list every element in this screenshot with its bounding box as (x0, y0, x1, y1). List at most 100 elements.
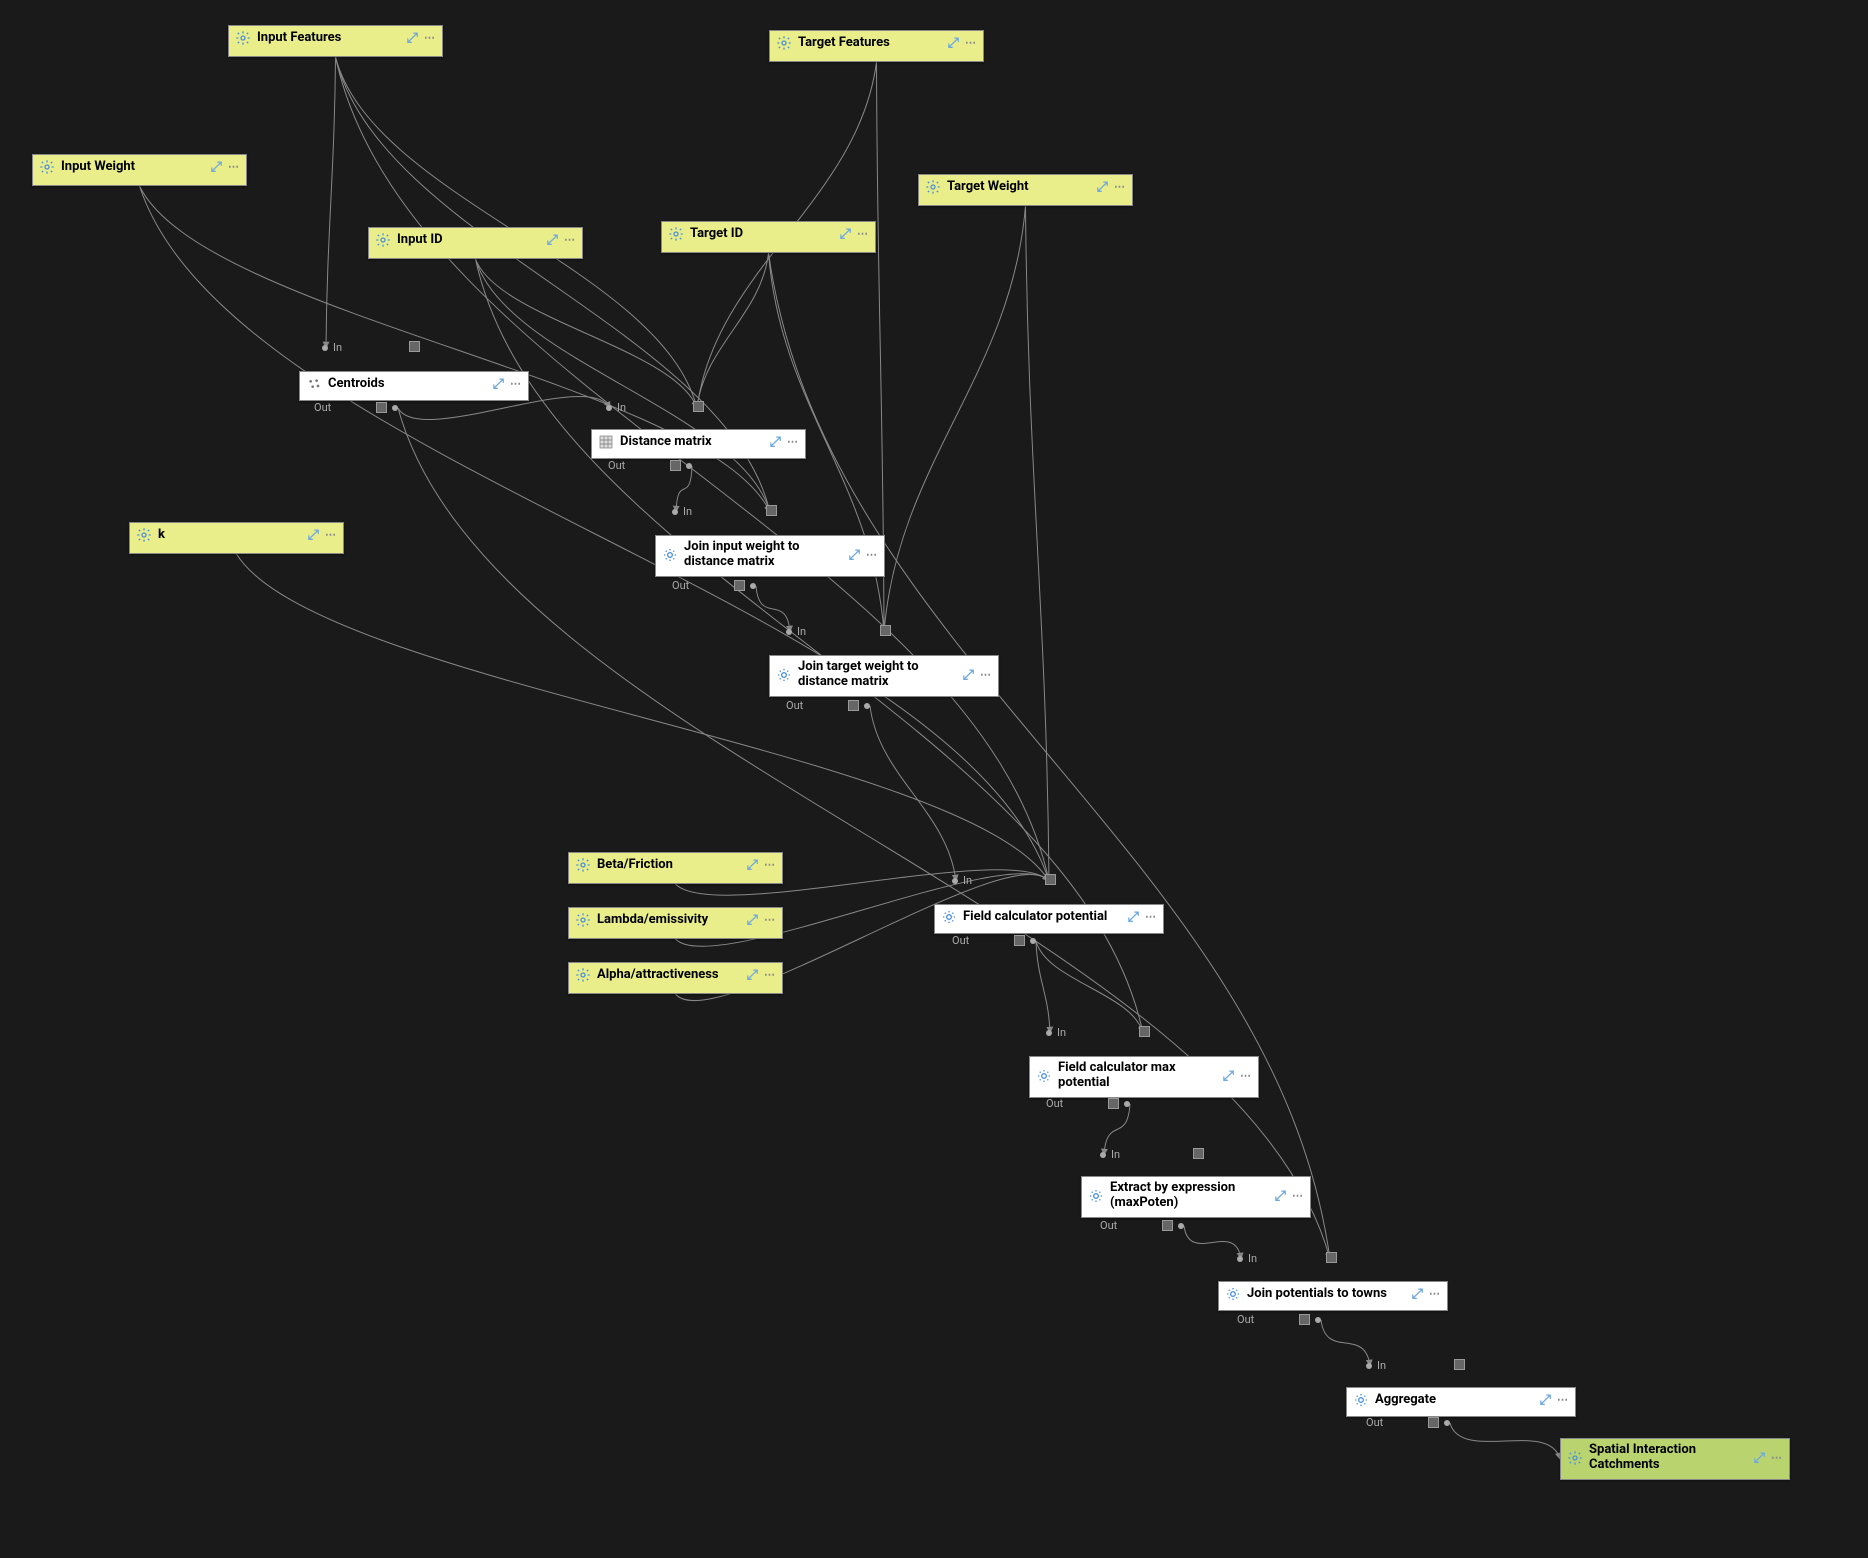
node-extract[interactable]: Extract by expression (maxPoten)⤢⋯ (1081, 1176, 1311, 1218)
node-controls[interactable]: ⤢⋯ (407, 31, 436, 45)
more-icon[interactable]: ⋯ (1292, 1190, 1304, 1203)
more-icon[interactable]: ⋯ (564, 234, 576, 247)
more-icon[interactable]: ⋯ (965, 37, 977, 50)
node-input_features[interactable]: Input Features⤢⋯ (228, 25, 443, 57)
port-in[interactable]: In (952, 874, 972, 887)
port-out[interactable]: Out (1046, 1097, 1130, 1110)
more-icon[interactable]: ⋯ (228, 161, 240, 174)
expand-icon[interactable]: ⤢ (1412, 1287, 1423, 1301)
node-controls[interactable]: ⤢⋯ (1223, 1069, 1252, 1083)
expand-icon[interactable]: ⤢ (948, 36, 959, 50)
plus-icon[interactable] (1326, 1252, 1337, 1263)
node-join_tg[interactable]: Join target weight to distance matrix⤢⋯ (769, 655, 999, 697)
node-alpha[interactable]: Alpha/attractiveness⤢⋯ (568, 962, 783, 994)
expand-icon[interactable]: ⤢ (770, 435, 781, 449)
node-target_weight[interactable]: Target Weight⤢⋯ (918, 174, 1133, 206)
more-icon[interactable]: ⋯ (1240, 1070, 1252, 1083)
port-in[interactable]: In (1237, 1252, 1257, 1265)
more-icon[interactable]: ⋯ (1114, 181, 1126, 194)
handle-icon[interactable] (1108, 1098, 1119, 1109)
node-input_id[interactable]: Input ID⤢⋯ (368, 227, 583, 259)
port-plus[interactable] (1193, 1148, 1204, 1159)
expand-icon[interactable]: ⤢ (493, 377, 504, 391)
more-icon[interactable]: ⋯ (1771, 1452, 1783, 1465)
node-controls[interactable]: ⤢⋯ (963, 668, 992, 682)
port-plus[interactable] (880, 625, 891, 636)
port-in[interactable]: In (672, 505, 692, 518)
node-controls[interactable]: ⤢⋯ (1540, 1393, 1569, 1407)
port-plus[interactable] (1326, 1252, 1337, 1263)
node-join_in[interactable]: Join input weight to distance matrix⤢⋯ (655, 535, 885, 577)
port-plus[interactable] (693, 401, 704, 412)
handle-icon[interactable] (848, 700, 859, 711)
port-plus[interactable] (1454, 1359, 1465, 1370)
port-out[interactable]: Out (1100, 1219, 1184, 1232)
node-controls[interactable]: ⤢⋯ (547, 233, 576, 247)
node-target_id[interactable]: Target ID⤢⋯ (661, 221, 876, 253)
expand-icon[interactable]: ⤢ (1097, 180, 1108, 194)
more-icon[interactable]: ⋯ (866, 549, 878, 562)
node-controls[interactable]: ⤢⋯ (948, 36, 977, 50)
handle-icon[interactable] (1162, 1220, 1173, 1231)
node-controls[interactable]: ⤢⋯ (849, 548, 878, 562)
node-controls[interactable]: ⤢⋯ (493, 377, 522, 391)
node-aggregate[interactable]: Aggregate⤢⋯ (1346, 1387, 1576, 1417)
expand-icon[interactable]: ⤢ (1223, 1069, 1234, 1083)
expand-icon[interactable]: ⤢ (747, 968, 758, 982)
port-out[interactable]: Out (1237, 1313, 1321, 1326)
node-controls[interactable]: ⤢⋯ (1412, 1287, 1441, 1301)
plus-icon[interactable] (1139, 1026, 1150, 1037)
handle-icon[interactable] (1428, 1417, 1439, 1428)
more-icon[interactable]: ⋯ (764, 969, 776, 982)
plus-icon[interactable] (880, 625, 891, 636)
expand-icon[interactable]: ⤢ (840, 227, 851, 241)
more-icon[interactable]: ⋯ (424, 32, 436, 45)
node-result[interactable]: Spatial Interaction Catchments⤢⋯ (1560, 1438, 1790, 1480)
port-in[interactable]: In (1046, 1026, 1066, 1039)
expand-icon[interactable]: ⤢ (211, 160, 222, 174)
more-icon[interactable]: ⋯ (1145, 911, 1157, 924)
node-distmx[interactable]: Distance matrix⤢⋯ (591, 429, 806, 459)
port-out[interactable]: Out (1366, 1416, 1450, 1429)
node-k[interactable]: k⤢⋯ (129, 522, 344, 554)
plus-icon[interactable] (693, 401, 704, 412)
node-lambda[interactable]: Lambda/emissivity⤢⋯ (568, 907, 783, 939)
port-out[interactable]: Out (786, 699, 870, 712)
port-plus[interactable] (1045, 874, 1056, 885)
expand-icon[interactable]: ⤢ (963, 668, 974, 682)
node-controls[interactable]: ⤢⋯ (1275, 1189, 1304, 1203)
expand-icon[interactable]: ⤢ (308, 528, 319, 542)
handle-icon[interactable] (734, 580, 745, 591)
expand-icon[interactable]: ⤢ (849, 548, 860, 562)
node-controls[interactable]: ⤢⋯ (1097, 180, 1126, 194)
node-controls[interactable]: ⤢⋯ (747, 968, 776, 982)
node-fc_max[interactable]: Field calculator max potential⤢⋯ (1029, 1056, 1259, 1098)
port-in[interactable]: In (786, 625, 806, 638)
node-fc_pot[interactable]: Field calculator potential⤢⋯ (934, 904, 1164, 934)
expand-icon[interactable]: ⤢ (1540, 1393, 1551, 1407)
expand-icon[interactable]: ⤢ (547, 233, 558, 247)
plus-icon[interactable] (409, 341, 420, 352)
node-controls[interactable]: ⤢⋯ (1754, 1451, 1783, 1465)
node-centroids[interactable]: Centroids⤢⋯ (299, 371, 529, 401)
plus-icon[interactable] (766, 505, 777, 516)
expand-icon[interactable]: ⤢ (747, 858, 758, 872)
port-plus[interactable] (1139, 1026, 1150, 1037)
port-out[interactable]: Out (672, 579, 756, 592)
node-join_pot[interactable]: Join potentials to towns⤢⋯ (1218, 1281, 1448, 1311)
node-beta[interactable]: Beta/Friction⤢⋯ (568, 852, 783, 884)
port-plus[interactable] (409, 341, 420, 352)
node-controls[interactable]: ⤢⋯ (308, 528, 337, 542)
node-target_features[interactable]: Target Features⤢⋯ (769, 30, 984, 62)
port-in[interactable]: In (322, 341, 342, 354)
more-icon[interactable]: ⋯ (787, 436, 799, 449)
expand-icon[interactable]: ⤢ (1754, 1451, 1765, 1465)
port-in[interactable]: In (1100, 1148, 1120, 1161)
handle-icon[interactable] (1014, 935, 1025, 946)
node-controls[interactable]: ⤢⋯ (1128, 910, 1157, 924)
expand-icon[interactable]: ⤢ (1128, 910, 1139, 924)
model-canvas[interactable]: Input Features⤢⋯Target Features⤢⋯Input W… (0, 0, 1868, 1558)
node-input_weight[interactable]: Input Weight⤢⋯ (32, 154, 247, 186)
more-icon[interactable]: ⋯ (1557, 1394, 1569, 1407)
more-icon[interactable]: ⋯ (980, 669, 992, 682)
